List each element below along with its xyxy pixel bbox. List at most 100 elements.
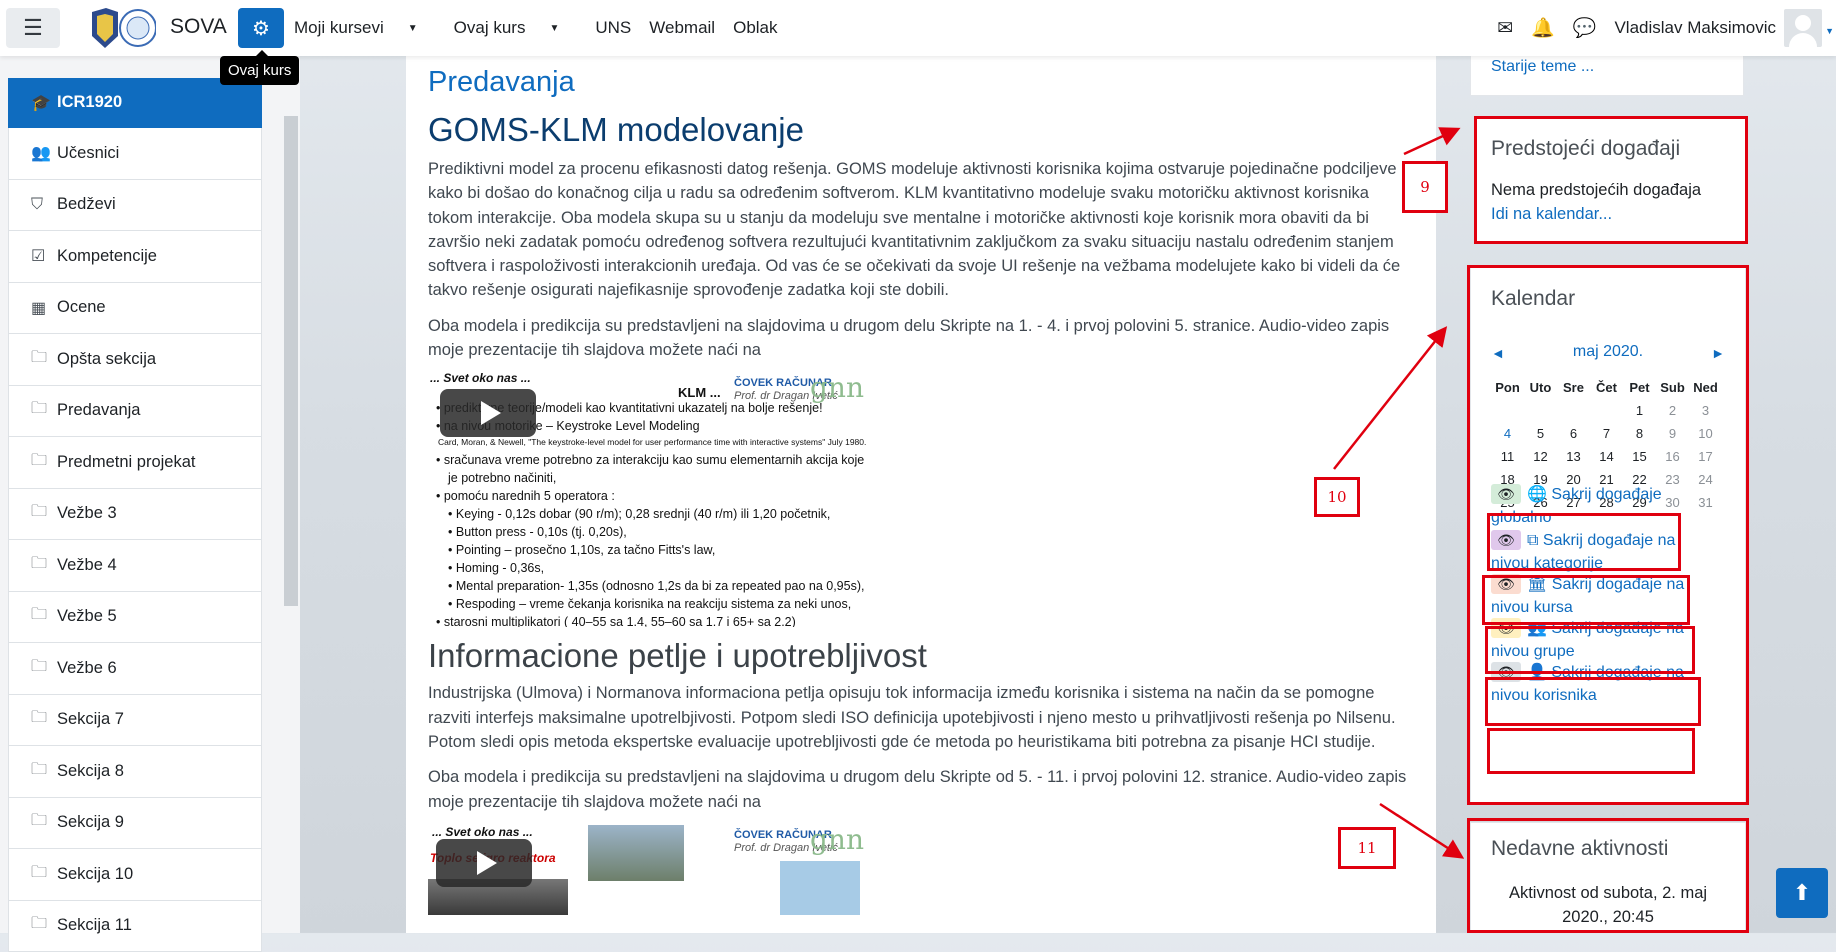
- folder-icon: 🗀: [31, 861, 57, 888]
- drawer-item-section[interactable]: 🗀Sekcija 9: [8, 798, 262, 850]
- drawer-item-section[interactable]: 🗀Vežbe 6: [8, 643, 262, 695]
- slide-citation: Card, Moran, & Newell, "The keystroke-le…: [438, 437, 866, 447]
- menu-toggle-button[interactable]: ☰: [6, 8, 60, 48]
- video-thumbnail[interactable]: ... Svet oko nas ... Toplo se igro reakt…: [428, 825, 868, 915]
- slide-text: Button press - 0,10s (tj. 0,20s),: [456, 525, 627, 539]
- slide-tag: ... Svet oko nas ...: [430, 373, 531, 385]
- folder-icon: 🗀: [31, 912, 57, 939]
- gnn-logo: gnn: [810, 373, 864, 404]
- drawer-item-label: Kompetencije: [57, 247, 157, 266]
- annotation-box: [1474, 116, 1748, 244]
- folder-icon: 🗀: [31, 346, 57, 373]
- play-button-icon[interactable]: [436, 839, 532, 887]
- drawer-item-competencies[interactable]: ☑Kompetencije: [8, 231, 262, 283]
- drawer-item-label: Vežbe 3: [57, 504, 117, 523]
- avatar[interactable]: [1784, 9, 1822, 47]
- shield-icon: ⛉: [31, 196, 57, 214]
- folder-icon: 🗀: [31, 552, 57, 579]
- topic-description: Prediktivni model za procenu efikasnosti…: [428, 157, 1418, 303]
- drawer-item-section[interactable]: 🗀Opšta sekcija: [8, 334, 262, 386]
- back-to-top-button[interactable]: ⬆: [1776, 868, 1828, 918]
- drawer-item-section[interactable]: 🗀Sekcija 10: [8, 849, 262, 901]
- drawer-course-item[interactable]: 🎓ICR1920: [8, 78, 262, 128]
- course-content: Predavanja GOMS-KLM modelovanje Predikti…: [406, 56, 1436, 933]
- drawer-item-label: ICR1920: [57, 93, 122, 112]
- drawer-item-label: Sekcija 9: [57, 813, 124, 832]
- slide-bullet: • Respoding – vreme čekanja korisnika na…: [448, 597, 851, 611]
- drawer-item-label: Opšta sekcija: [57, 350, 156, 369]
- drawer-item-label: Sekcija 8: [57, 762, 124, 781]
- hamburger-icon: ☰: [23, 15, 43, 41]
- drawer-item-section[interactable]: 🗀Vežbe 5: [8, 592, 262, 644]
- slide-text: Pointing – prosečno 1,10s, za tačno Fitt…: [456, 543, 715, 557]
- nav-uns[interactable]: UNS: [595, 18, 631, 38]
- annotation-box: [1487, 513, 1681, 571]
- top-navbar: ☰ SOVA ⚙ Moji kursevi▼ Ovaj kurs ▼ UNS We…: [0, 0, 1836, 56]
- slide-text: Respoding – vreme čekanja korisnika na r…: [456, 597, 851, 611]
- drawer-item-label: Predavanja: [57, 401, 140, 420]
- drawer-item-label: Sekcija 11: [57, 916, 132, 935]
- caret-down-icon: ▼: [549, 23, 559, 34]
- video-thumbnail[interactable]: ... Svet oko nas ... KLM ... ČOVEK RAČUN…: [428, 373, 868, 627]
- gears-icon: ⚙: [252, 16, 270, 41]
- drawer-item-section[interactable]: 🗀Predmetni projekat: [8, 437, 262, 489]
- play-button-icon[interactable]: [440, 389, 536, 437]
- annotation-box: [1487, 728, 1695, 774]
- drawer-item-participants[interactable]: 👥Učesnici: [8, 128, 262, 180]
- gnn-logo: gnn: [810, 825, 864, 856]
- course-settings-button[interactable]: ⚙: [238, 8, 284, 48]
- drawer-item-section[interactable]: 🗀Vežbe 4: [8, 540, 262, 592]
- annotation-number: 9: [1402, 161, 1448, 213]
- drawer-item-section[interactable]: 🗀Predavanja: [8, 386, 262, 438]
- annotation-box: [1485, 677, 1701, 726]
- slide-tag: ... Svet oko nas ...: [432, 825, 533, 839]
- slide-photo: [780, 861, 860, 915]
- nav-label: Ovaj kurs: [454, 18, 526, 37]
- chat-icon[interactable]: 💬: [1573, 16, 1597, 40]
- folder-icon: 🗀: [31, 603, 57, 630]
- older-topics-link[interactable]: Starije teme ...: [1491, 58, 1594, 76]
- custom-menu: Moji kursevi▼ Ovaj kurs ▼ UNS Webmail Obl…: [294, 18, 796, 38]
- drawer-item-section[interactable]: 🗀Vežbe 3: [8, 489, 262, 541]
- slide-text: je potrebno načiniti,: [448, 471, 556, 485]
- envelope-icon[interactable]: ✉: [1497, 17, 1513, 40]
- slide-text: Keying - 0,12s dobar (90 r/m); 0,28 sred…: [456, 507, 830, 521]
- drawer-item-label: Bedževi: [57, 195, 116, 214]
- slide-text: Homing - 0,36s,: [456, 561, 544, 575]
- slide-bullet: • Homing - 0,36s,: [448, 561, 544, 575]
- user-menu-caret-icon[interactable]: ▼: [1825, 26, 1834, 36]
- drawer-scrollbar[interactable]: [284, 116, 298, 606]
- slide-text: pomoću narednih 5 operatora :: [444, 489, 615, 503]
- nav-this-course[interactable]: Ovaj kurs ▼: [454, 18, 578, 38]
- university-logo[interactable]: [88, 6, 156, 50]
- nav-oblak[interactable]: Oblak: [733, 18, 777, 38]
- drawer-item-label: Vežbe 4: [57, 556, 117, 575]
- slide-bullet: • Pointing – prosečno 1,10s, za tačno Fi…: [448, 543, 715, 557]
- bell-icon[interactable]: 🔔: [1531, 16, 1555, 40]
- brand-name[interactable]: SOVA: [170, 15, 227, 39]
- topic-note: Oba modela i predikcija su predstavljeni…: [428, 765, 1418, 814]
- drawer-item-grades[interactable]: ▦Ocene: [8, 283, 262, 335]
- folder-icon: 🗀: [31, 449, 57, 476]
- user-name[interactable]: Vladislav Maksimovic: [1614, 18, 1776, 38]
- table-icon: ▦: [31, 298, 57, 318]
- slide-text: starosni multiplikatori ( 40–55 sa 1.4, …: [444, 615, 796, 627]
- slide-bullet: • Keying - 0,12s dobar (90 r/m); 0,28 sr…: [448, 507, 830, 521]
- section-title[interactable]: Predavanja: [428, 66, 1418, 99]
- check-square-icon: ☑: [31, 246, 57, 266]
- drawer-item-section[interactable]: 🗀Sekcija 8: [8, 746, 262, 798]
- users-icon: 👥: [31, 143, 57, 163]
- nav-webmail[interactable]: Webmail: [649, 18, 715, 38]
- topic-title: GOMS-KLM modelovanje: [428, 111, 1418, 149]
- annotation-number: 10: [1314, 477, 1360, 517]
- annotation-box: [1467, 818, 1749, 933]
- drawer-item-section[interactable]: 🗀Sekcija 7: [8, 695, 262, 747]
- graduation-cap-icon: 🎓: [31, 93, 57, 113]
- drawer-item-section[interactable]: 🗀Sekcija 11: [8, 901, 262, 952]
- slide-text: Mental preparation- 1,35s (odnosno 1,2s …: [456, 579, 865, 593]
- drawer-item-badges[interactable]: ⛉Bedževi: [8, 180, 262, 232]
- folder-icon: 🗀: [31, 397, 57, 424]
- nav-my-courses[interactable]: Moji kursevi▼: [294, 18, 436, 38]
- slide-photo: [588, 825, 684, 881]
- slide-bullet: • starosni multiplikatori ( 40–55 sa 1.4…: [436, 615, 796, 627]
